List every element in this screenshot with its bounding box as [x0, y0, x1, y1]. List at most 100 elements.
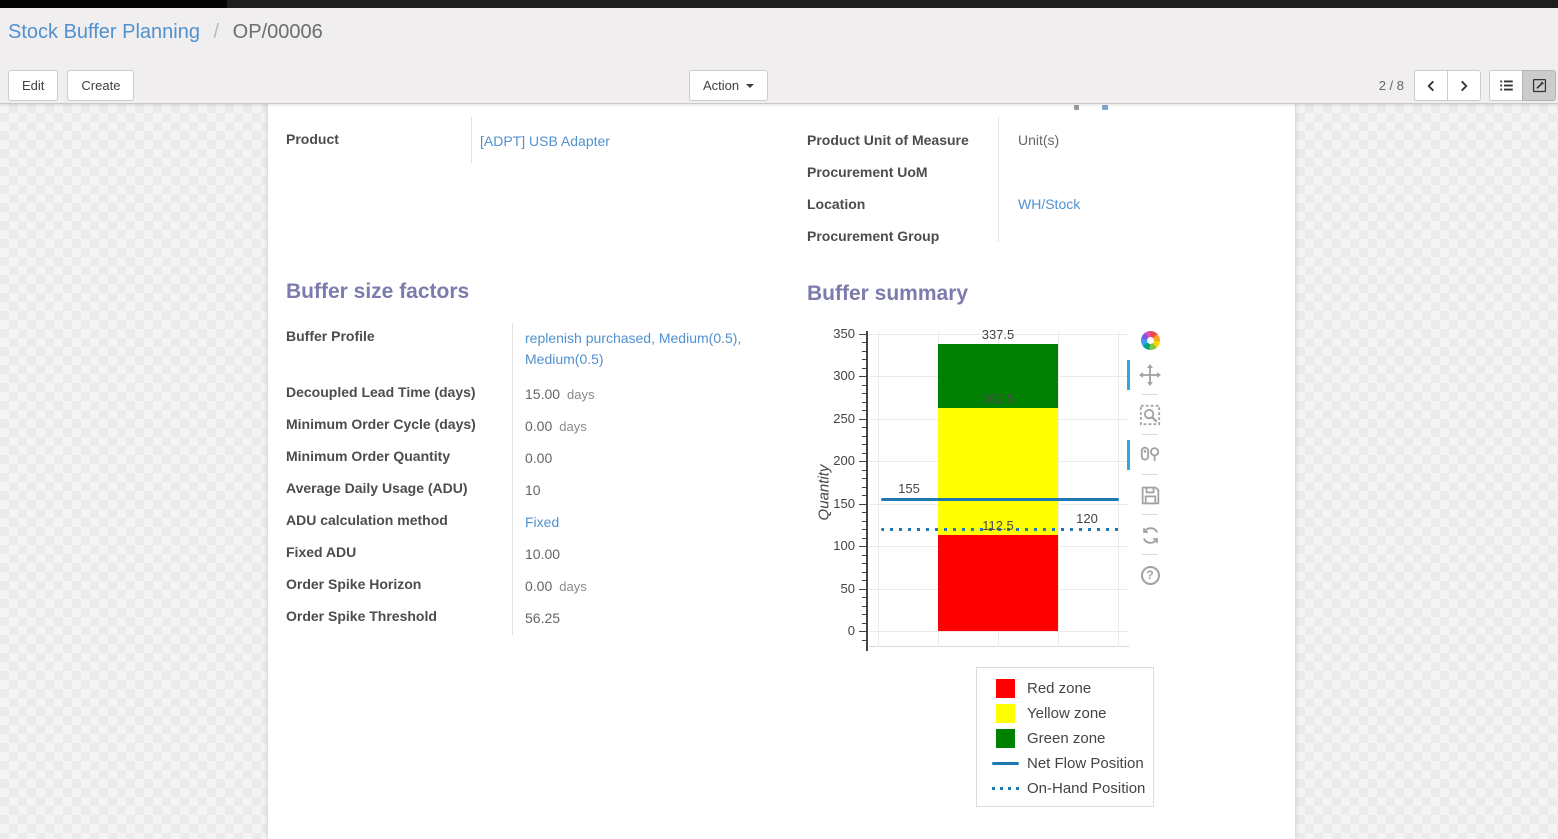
field-value: 0.00: [525, 416, 552, 437]
on-hand-position-swatch: [990, 787, 1020, 790]
field-label: Procurement UoM: [807, 164, 998, 191]
zone-total-label: 337.5: [938, 327, 1058, 342]
y-tick-minor: [862, 555, 866, 556]
breadcrumb: Stock Buffer Planning / OP/00006: [8, 21, 323, 44]
form-view-button[interactable]: [1522, 70, 1556, 101]
y-tick-minor: [862, 580, 866, 581]
gridline-vertical: [1058, 331, 1059, 647]
legend-swatch-mark: [992, 787, 1019, 790]
product-right-column: Product Unit of MeasureUnit(s) Procuremen…: [807, 127, 1287, 255]
legend-item[interactable]: Green zone: [990, 726, 1153, 751]
field-row: Order Spike Threshold56.25: [286, 603, 764, 635]
breadcrumb-parent-link[interactable]: Stock Buffer Planning: [8, 21, 200, 43]
legend-item[interactable]: Net Flow Position: [990, 751, 1153, 776]
y-tick-major: [859, 504, 866, 505]
chart-help-button[interactable]: ?: [1137, 563, 1163, 587]
legend-item[interactable]: Yellow zone: [990, 701, 1153, 726]
legend-label: Net Flow Position: [1027, 755, 1144, 772]
y-tick-minor: [862, 385, 866, 386]
list-view-icon: [1499, 78, 1514, 93]
legend-label: Yellow zone: [1027, 705, 1107, 722]
edit-button[interactable]: Edit: [8, 70, 58, 101]
field-value: 15.00: [525, 384, 560, 405]
box-zoom-icon: [1139, 404, 1161, 426]
modebar-separator: [1142, 474, 1158, 475]
y-tick-minor: [862, 393, 866, 394]
caret-down-icon: [746, 84, 754, 88]
field-value-cell: 56.25: [512, 603, 764, 635]
field-value-cell: 0.00: [512, 443, 764, 475]
field-label: Fixed ADU: [286, 539, 512, 571]
y-tick-major: [859, 461, 866, 462]
field-row: LocationWH/Stock: [807, 191, 1287, 223]
y-tick-minor: [862, 563, 866, 564]
list-view-button[interactable]: [1489, 70, 1523, 101]
field-value-cell: 0.00days: [512, 411, 764, 443]
y-tick-minor: [862, 444, 866, 445]
gridline-vertical: [878, 331, 879, 647]
y-tick-major: [859, 589, 866, 590]
net-flow-position-swatch: [990, 762, 1020, 765]
field-value[interactable]: replenish purchased, Medium(0.5), Medium…: [525, 328, 764, 370]
y-tick-label: 0: [811, 623, 855, 638]
legend-swatch-mark: [996, 729, 1015, 748]
box-zoom-tool-button[interactable]: [1137, 403, 1163, 427]
red-zone-swatch: [990, 679, 1020, 698]
legend-item[interactable]: On-Hand Position: [990, 776, 1153, 801]
field-value-cell: 10: [512, 475, 764, 507]
chart-modebar: ?: [1135, 328, 1165, 598]
save-chart-button[interactable]: [1137, 483, 1163, 507]
y-tick-minor: [862, 487, 866, 488]
field-label: Minimum Order Quantity: [286, 443, 512, 475]
plotly-logo-icon[interactable]: [1137, 328, 1163, 352]
buffer-factors-table: Buffer Profilereplenish purchased, Mediu…: [286, 323, 764, 635]
chevron-right-icon: [1457, 79, 1471, 93]
pan-tool-button[interactable]: [1137, 363, 1163, 387]
field-value-cell: 0.00days: [512, 571, 764, 603]
legend-label: On-Hand Position: [1027, 780, 1145, 797]
legend-item[interactable]: Red zone: [990, 676, 1153, 701]
field-row: Buffer Profilereplenish purchased, Mediu…: [286, 323, 764, 379]
y-tick-major: [859, 376, 866, 377]
form-buttons: Edit Create: [8, 70, 134, 101]
reset-axes-button[interactable]: [1137, 523, 1163, 547]
clipped-row-fragment: [1074, 105, 1079, 110]
product-value-link[interactable]: [ADPT] USB Adapter: [480, 133, 610, 149]
field-label: Order Spike Threshold: [286, 603, 512, 635]
line-value-label: 155: [887, 481, 931, 496]
zone-total-label: 262.5: [938, 391, 1058, 406]
field-row: Procurement UoM: [807, 159, 1287, 191]
modebar-separator: [1142, 554, 1158, 555]
action-area: Action: [689, 70, 768, 101]
action-dropdown-label: Action: [703, 78, 739, 93]
y-tick-minor: [862, 342, 866, 343]
form-view-icon: [1532, 78, 1547, 93]
pager-previous-button[interactable]: [1414, 70, 1448, 101]
y-tick-minor: [862, 538, 866, 539]
y-tick-minor: [862, 359, 866, 360]
y-tick-major: [859, 334, 866, 335]
y-tick-label: 250: [811, 411, 855, 426]
reset-axes-icon: [1140, 525, 1161, 546]
field-label: ADU calculation method: [286, 507, 512, 539]
field-value-cell: 15.00days: [512, 379, 764, 411]
content-background: Product [ADPT] USB Adapter Product Unit …: [0, 104, 1558, 839]
y-tick-minor: [862, 410, 866, 411]
field-label: Procurement Group: [807, 228, 998, 255]
y-tick-minor: [862, 614, 866, 615]
field-value[interactable]: WH/Stock: [1018, 196, 1080, 223]
control-panel: Stock Buffer Planning / OP/00006 Edit Cr…: [0, 8, 1558, 104]
field-row: Product Unit of MeasureUnit(s): [807, 127, 1287, 159]
pager-next-button[interactable]: [1447, 70, 1481, 101]
field-row: Fixed ADU10.00: [286, 539, 764, 571]
action-dropdown-button[interactable]: Action: [689, 70, 768, 101]
compare-hover-tool-button[interactable]: [1137, 443, 1163, 467]
y-tick-minor: [862, 572, 866, 573]
y-tick-minor: [862, 427, 866, 428]
create-button[interactable]: Create: [67, 70, 134, 101]
field-value[interactable]: Fixed: [525, 512, 559, 533]
clipped-row-fragment: [1102, 105, 1108, 110]
legend-label: Green zone: [1027, 730, 1105, 747]
field-row: Decoupled Lead Time (days)15.00days: [286, 379, 764, 411]
field-row: ADU calculation method Fixed: [286, 507, 764, 539]
